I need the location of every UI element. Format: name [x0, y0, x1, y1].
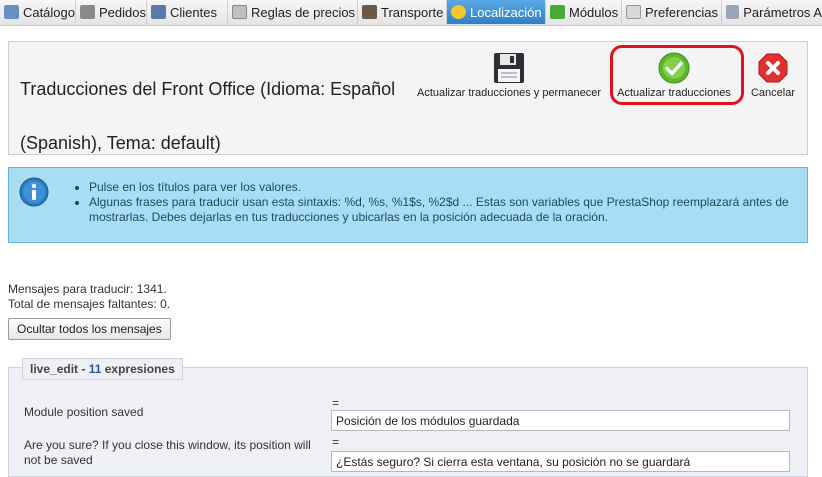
source-string-label: Are you sure? If you close this window, … [24, 438, 311, 467]
price-rules-icon [232, 5, 247, 19]
info-list: Pulse en los títulos para ver los valore… [73, 180, 793, 225]
save-and-stay-button[interactable]: Actualizar traducciones y permanecer [411, 52, 607, 99]
section-legend[interactable]: live_edit - 11 expresiones [22, 358, 183, 380]
catalog-icon [4, 5, 19, 19]
messages-to-translate: Mensajes para traducir: 1341. [8, 282, 167, 296]
tab-reglas-de-precios[interactable]: Reglas de precios [228, 0, 358, 24]
tab-label: Transporte [381, 4, 444, 20]
tab-localizacion[interactable]: Localización [447, 0, 546, 24]
translation-stats: Mensajes para traducir: 1341. Total de m… [8, 282, 170, 312]
tab-parametros[interactable]: Parámetros A [722, 0, 822, 24]
section-name: live_edit [30, 362, 79, 376]
cancel-icon [758, 53, 788, 83]
top-tab-bar: Catálogo Pedidos Clientes Reglas de prec… [0, 0, 822, 26]
info-item: Algunas frases para traducir usan esta s… [89, 195, 793, 225]
tab-catalogo[interactable]: Catálogo [0, 0, 76, 24]
tab-label: Parámetros A [743, 4, 822, 20]
section-separator: - [78, 362, 89, 376]
page-title: Traducciones del Front Office (Idioma: E… [20, 79, 396, 153]
hide-all-messages-button[interactable]: Ocultar todos los mensajes [8, 318, 171, 340]
translation-input[interactable] [331, 410, 790, 431]
highlight-annotation [610, 45, 744, 105]
translation-input[interactable] [331, 451, 790, 472]
tab-clientes[interactable]: Clientes [147, 0, 228, 24]
save-and-stay-label: Actualizar traducciones y permanecer [416, 87, 602, 99]
tab-label: Pedidos [99, 4, 146, 20]
section-count: 11 [88, 362, 102, 376]
globe-icon [451, 5, 466, 19]
tab-label: Preferencias [645, 4, 718, 20]
puzzle-icon [550, 5, 565, 19]
preferences-icon [626, 5, 641, 19]
equals-sign: = [332, 435, 340, 449]
tab-transporte[interactable]: Transporte [358, 0, 447, 24]
cancel-button[interactable]: Cancelar [747, 52, 799, 99]
tab-label: Clientes [170, 4, 217, 20]
info-icon [19, 177, 49, 207]
equals-sign: = [332, 396, 340, 410]
cancel-label: Cancelar [750, 87, 796, 99]
tab-label: Catálogo [22, 4, 75, 20]
tab-label: Localización [470, 4, 542, 20]
cart-icon [80, 5, 95, 19]
tab-modulos[interactable]: Módulos [546, 0, 622, 24]
wrench-icon [726, 5, 740, 19]
customers-icon [151, 5, 166, 19]
section-suffix: expresiones [101, 362, 175, 376]
source-string-label: Module position saved [24, 405, 144, 419]
tab-label: Módulos [569, 4, 619, 20]
truck-icon [362, 5, 377, 19]
info-message-box: Pulse en los títulos para ver los valore… [8, 167, 808, 243]
tab-pedidos[interactable]: Pedidos [76, 0, 147, 24]
missing-messages: Total de mensajes faltantes: 0. [8, 297, 171, 311]
floppy-disk-icon [494, 53, 524, 83]
tab-label: Reglas de precios [251, 4, 356, 20]
tab-preferencias[interactable]: Preferencias [622, 0, 722, 24]
info-item: Pulse en los títulos para ver los valore… [89, 180, 793, 195]
